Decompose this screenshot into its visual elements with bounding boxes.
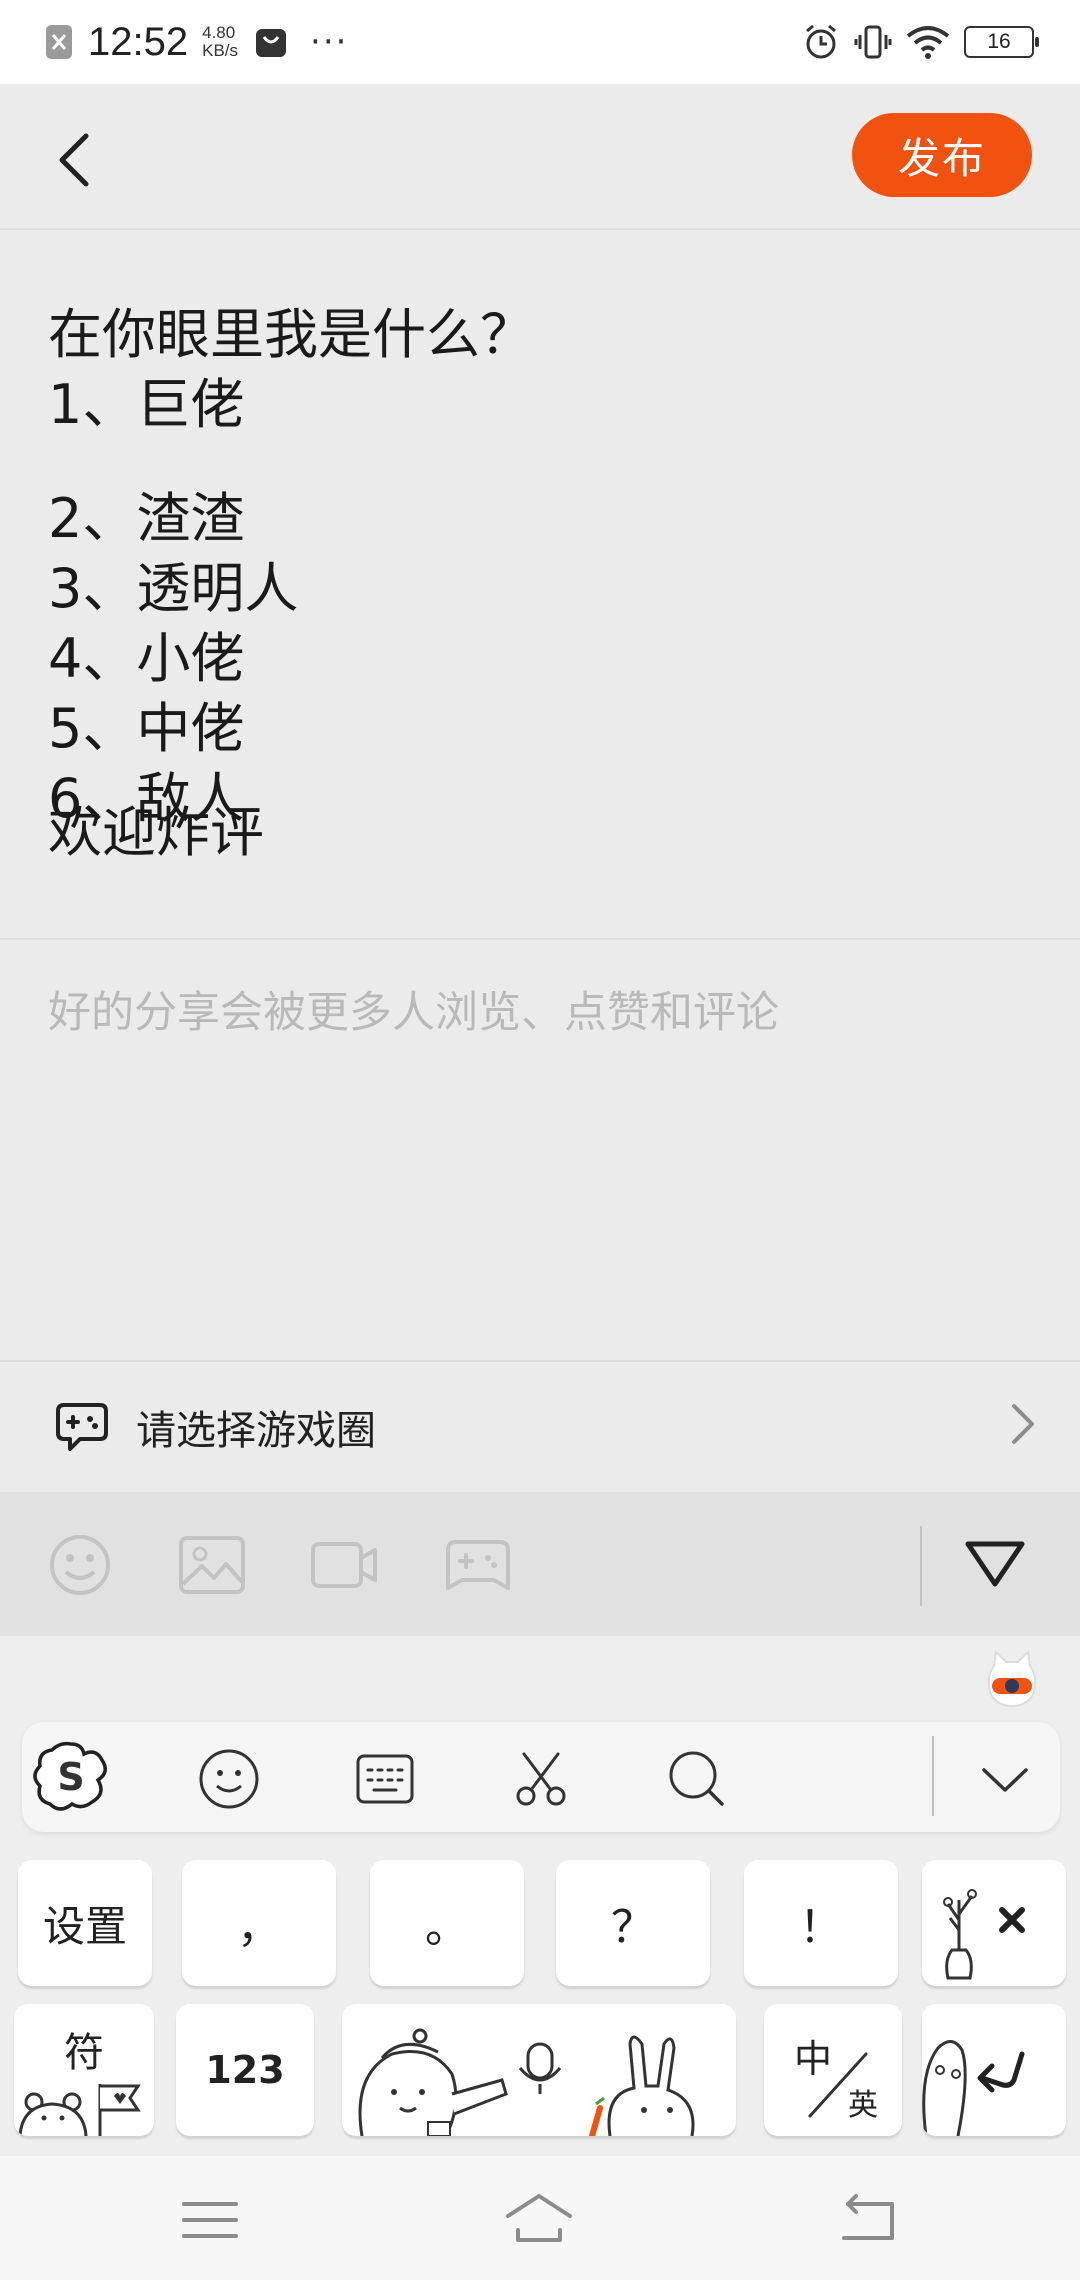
key-space[interactable] — [342, 2004, 736, 2136]
post-line: 欢迎炸评 — [48, 801, 264, 864]
emoji-icon[interactable] — [198, 1748, 260, 1810]
shopping-bag-icon — [256, 29, 287, 57]
back-nav-icon[interactable] — [834, 2190, 904, 2250]
candidate-separator — [932, 1736, 934, 1816]
back-button[interactable] — [44, 120, 104, 200]
key-language-zh: 中 — [794, 2037, 833, 2081]
video-icon[interactable] — [310, 1534, 378, 1596]
image-icon[interactable] — [178, 1534, 246, 1596]
ime-mascot-icon[interactable] — [984, 1648, 1040, 1710]
key-symbols-label: 符 — [64, 2030, 104, 2076]
description-input[interactable]: 好的分享会被更多人浏览、点赞和评论 — [48, 978, 779, 1040]
publish-button[interactable]: 发布 — [852, 113, 1032, 197]
divider — [0, 938, 1080, 940]
keyboard-icon[interactable] — [354, 1748, 416, 1810]
key-numbers-label: 123 — [205, 2048, 285, 2092]
ime-candidate-bar: S — [22, 1722, 1060, 1832]
key-language-switch[interactable]: 中 英 — [764, 2004, 902, 2136]
key-comma[interactable]: ， — [182, 1860, 336, 1986]
smiley-icon[interactable] — [46, 1534, 114, 1596]
game-circle-selector[interactable]: 请选择游戏圈 — [0, 1362, 1080, 1492]
enter-arrow-icon — [922, 2040, 1025, 2136]
battery-indicator: 16 — [964, 26, 1039, 58]
key-period-label: 。 — [425, 1902, 469, 1953]
gamepad-chat-icon — [56, 1403, 108, 1451]
notification-blocked-icon — [46, 25, 72, 59]
key-language-en: 英 — [848, 2088, 878, 2123]
system-nav-bar — [0, 2156, 1080, 2280]
alarm-icon — [806, 24, 836, 59]
chevron-left-icon — [59, 133, 89, 187]
key-question[interactable]: ？ — [556, 1860, 710, 1986]
post-line: 在你眼里我是什么？ — [48, 303, 534, 366]
key-comma-label: ， — [237, 1902, 281, 1953]
chevron-right-icon — [1012, 1404, 1034, 1444]
triangle-down-icon[interactable] — [962, 1536, 1028, 1592]
chevron-down-icon[interactable] — [980, 1748, 1030, 1810]
media-toolbar — [0, 1492, 1080, 1636]
battery-level: 16 — [987, 30, 1011, 53]
key-symbols[interactable]: 符 — [14, 2004, 154, 2136]
post-content-input[interactable]: 在你眼里我是什么？ 1、巨佬 2、渣渣 3、透明人 4、小佬 5、中佬 6、敌人… — [48, 300, 1028, 868]
status-bar: 12:52 4.80 KB/s ··· 16 — [0, 0, 1080, 84]
more-notifications: ··· — [310, 22, 349, 62]
key-question-label: ？ — [611, 1902, 655, 1953]
slash-divider-icon — [808, 2052, 868, 2118]
key-numbers[interactable]: 123 — [176, 2004, 314, 2136]
scissors-icon[interactable] — [510, 1748, 572, 1810]
gamepad-icon[interactable] — [444, 1534, 512, 1596]
network-speed: 4.80 KB/s — [202, 24, 238, 60]
network-speed-value: 4.80 — [202, 23, 236, 42]
vibrate-icon — [854, 25, 892, 59]
toolbar-separator — [920, 1526, 922, 1606]
game-circle-label: 请选择游戏圈 — [136, 1408, 376, 1454]
key-period[interactable]: 。 — [370, 1860, 524, 1986]
home-icon[interactable] — [504, 2190, 574, 2250]
search-icon[interactable] — [666, 1748, 728, 1810]
post-line: 3、透明人 — [48, 557, 299, 620]
svg-text:S: S — [57, 1755, 84, 1799]
post-line: 2、渣渣 — [48, 487, 245, 550]
network-speed-unit: KB/s — [202, 41, 239, 60]
menu-icon[interactable] — [176, 2190, 246, 2250]
post-line: 1、巨佬 — [48, 373, 245, 436]
post-line: 5、中佬 — [48, 697, 245, 760]
backspace-icon — [943, 1889, 1025, 1980]
wifi-icon — [906, 26, 950, 59]
sogou-logo-icon[interactable]: S — [32, 1738, 110, 1816]
key-settings[interactable]: 设置 — [18, 1860, 152, 1986]
key-exclamation-label: ！ — [799, 1902, 843, 1953]
post-line: 4、小佬 — [48, 627, 245, 690]
key-exclamation[interactable]: ！ — [744, 1860, 898, 1986]
key-enter[interactable] — [922, 2004, 1066, 2136]
clock: 12:52 — [88, 19, 189, 64]
key-settings-label: 设置 — [42, 1901, 127, 1951]
space-sticker-girl-rabbit-icon — [358, 2028, 695, 2136]
key-backspace[interactable] — [922, 1860, 1066, 1986]
ime-keyboard: S 设置 ， 。 ？ ！ 符 123 中 英 — [0, 1636, 1080, 2156]
editor-header: 发布 — [0, 84, 1080, 230]
